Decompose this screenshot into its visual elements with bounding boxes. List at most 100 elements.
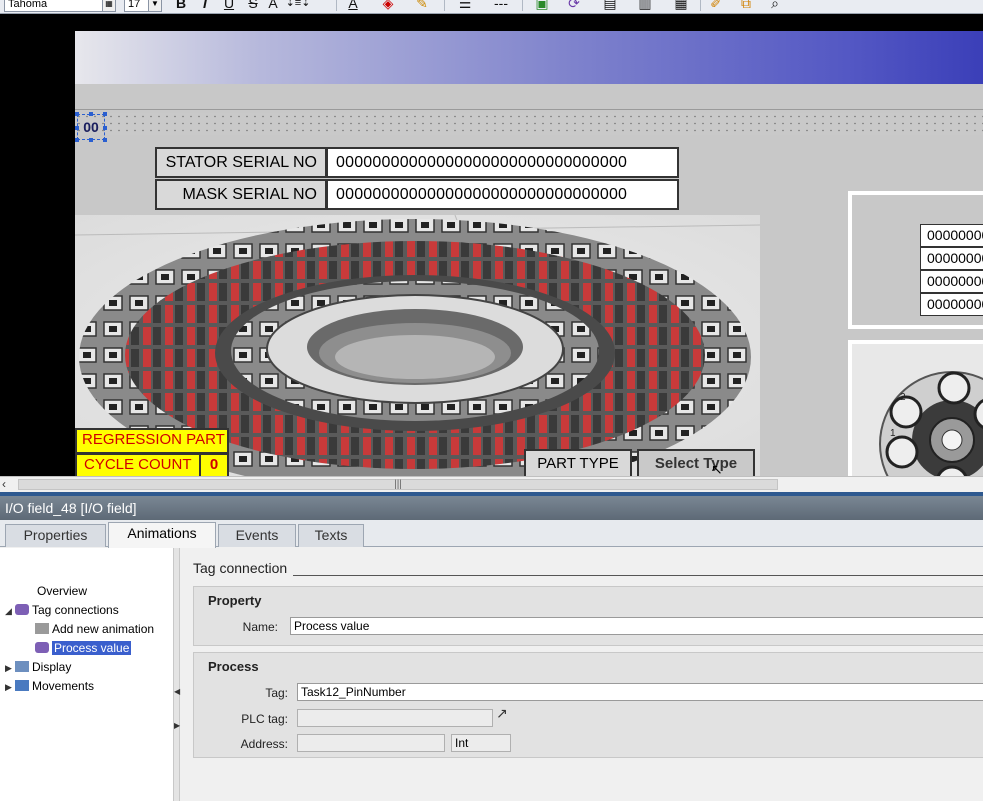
dotted-band	[75, 113, 983, 135]
tree-item-label: Tag connections	[32, 603, 119, 617]
tag-field[interactable]: Task12_PinNumber	[297, 683, 983, 701]
add-animation-icon	[35, 623, 49, 634]
stator-serial-field[interactable]: 00000000000000000000000000000000	[326, 147, 679, 178]
selected-io-field[interactable]: 00	[77, 114, 105, 140]
go-to-tag-icon[interactable]: ↗	[496, 705, 508, 722]
select-type-button[interactable]: Select Type	[637, 449, 755, 476]
collapse-left-icon[interactable]: ◀	[174, 684, 180, 700]
strikethrough-button[interactable]: S	[246, 0, 260, 11]
font-size-dropdown-icon[interactable]: ▼	[148, 0, 161, 11]
resize-handle[interactable]	[89, 138, 93, 142]
line-color-icon[interactable]: ✎	[408, 0, 436, 11]
resize-handle[interactable]	[75, 138, 79, 142]
knob-position-label: 1	[890, 428, 896, 439]
plc-tag-label: PLC tag:	[241, 712, 288, 726]
distribute-icon[interactable]: ▦	[664, 0, 698, 11]
format-toolbar: Tahoma ▦ 17 ▼ B I U S A ⇣≡⇣ A ◈ ✎ ☰ --- …	[0, 0, 983, 14]
align-dropdown-icon[interactable]: ⇣≡⇣	[284, 0, 312, 11]
font-name-combo[interactable]: Tahoma ▦	[4, 0, 116, 12]
name-label: Name:	[242, 620, 278, 634]
animation-nav-tree: Overview ◢ Tag connections Add new animat…	[0, 548, 174, 801]
toolbar-separator	[444, 0, 445, 11]
resize-handle[interactable]	[103, 126, 107, 130]
mask-serial-field[interactable]: 00000000000000000000000000000000	[326, 179, 679, 210]
tree-splitter[interactable]: ◀ ▶	[174, 548, 180, 801]
scroll-left-icon[interactable]: ‹	[2, 477, 14, 492]
tree-item-overview[interactable]: Overview	[37, 582, 87, 601]
font-name-dropdown-icon[interactable]: ▦	[102, 0, 115, 11]
align-left-icon[interactable]: ▤	[594, 0, 626, 11]
display-icon	[15, 661, 29, 672]
scrollbar-thumb[interactable]: |||	[18, 479, 778, 490]
section-rule	[293, 575, 983, 576]
knob-position-label: 2	[900, 392, 906, 403]
right-values-panel: 00000000 00000000 00000000 00000000	[848, 191, 983, 329]
zoom-icon[interactable]: ⌕	[766, 0, 784, 11]
tag-label: Tag:	[265, 686, 288, 700]
right-value-field[interactable]: 00000000	[920, 293, 983, 316]
font-size-combo[interactable]: 17 ▼	[124, 0, 162, 12]
regression-part-indicator: REGRESSION PART	[75, 428, 229, 454]
tree-item-tag-connections[interactable]: ◢ Tag connections	[5, 601, 119, 620]
tree-item-label: Process value	[52, 641, 132, 655]
font-color-button[interactable]: A	[342, 0, 364, 11]
name-field[interactable]: Process value	[290, 617, 983, 635]
line-style-icon[interactable]: ---	[484, 0, 518, 11]
selector-knob-image: 2 1	[848, 340, 983, 476]
editor-horizontal-scrollbar[interactable]: ‹ |||	[0, 476, 983, 492]
tree-item-process-value[interactable]: Process value	[35, 639, 132, 658]
italic-button[interactable]: I	[198, 0, 212, 11]
collapse-triangle-icon[interactable]: ◢	[5, 602, 15, 621]
hmi-screen-canvas[interactable]: 00 STATOR SERIAL NO 00000000000000000000…	[75, 31, 983, 476]
tab-animations[interactable]: Animations	[108, 522, 216, 548]
expand-triangle-icon[interactable]: ▶	[5, 678, 15, 697]
tree-item-movements[interactable]: ▶ Movements	[5, 677, 94, 696]
resize-handle[interactable]	[75, 126, 79, 130]
mouse-cursor-icon: ↖	[711, 461, 723, 476]
format-painter-icon[interactable]: ✐	[706, 0, 726, 11]
line-width-icon[interactable]: ☰	[450, 0, 480, 11]
font-name-value: Tahoma	[8, 0, 48, 10]
resize-handle[interactable]	[75, 112, 79, 116]
bold-button[interactable]: B	[174, 0, 188, 11]
resize-handle[interactable]	[89, 112, 93, 116]
tree-item-display[interactable]: ▶ Display	[5, 658, 71, 677]
tree-item-add-new-animation[interactable]: Add new animation	[35, 620, 154, 639]
right-value-field[interactable]: 00000000	[920, 270, 983, 293]
tree-item-label: Add new animation	[52, 622, 155, 636]
resize-handle[interactable]	[103, 112, 107, 116]
tree-item-label: Display	[32, 660, 72, 674]
tab-events[interactable]: Events	[218, 524, 296, 547]
expand-triangle-icon[interactable]: ▶	[5, 659, 15, 678]
expand-right-icon[interactable]: ▶	[174, 718, 180, 734]
process-group: Process Tag: Task12_PinNumber PLC tag: ↗…	[193, 652, 983, 758]
plc-tag-field	[297, 709, 493, 727]
section-heading: Tag connection	[193, 560, 288, 576]
address-label: Address:	[240, 737, 288, 751]
animation-properties: Tag connection Property Name: Process va…	[181, 548, 983, 801]
mask-serial-label: MASK SERIAL NO	[155, 179, 327, 210]
tab-properties[interactable]: Properties	[5, 524, 106, 547]
right-value-field[interactable]: 00000000	[920, 247, 983, 270]
header-banner	[75, 31, 983, 84]
toolbar-separator	[700, 0, 701, 11]
right-value-field[interactable]: 00000000	[920, 224, 983, 247]
process-value-icon	[35, 642, 49, 653]
underline-button[interactable]: U	[222, 0, 236, 11]
address-type-field: Int	[451, 734, 511, 752]
font-size-value: 17	[128, 0, 141, 10]
rotary-selector-graphic	[852, 344, 983, 476]
group-icon[interactable]: ▣	[528, 0, 556, 11]
fill-color-icon[interactable]: ◈	[376, 0, 400, 11]
address-field	[297, 734, 445, 752]
rotate-icon[interactable]: ⟳	[560, 0, 588, 11]
resize-handle[interactable]	[103, 138, 107, 142]
text-case-button[interactable]: A	[266, 0, 280, 11]
align-center-icon[interactable]: ▥	[630, 0, 660, 11]
inspector-tabs: Properties Animations Events Texts	[0, 520, 983, 548]
cycle-count-value[interactable]: 0	[199, 453, 229, 476]
screen-editor: 00 STATOR SERIAL NO 00000000000000000000…	[0, 14, 983, 476]
tag-connection-icon	[15, 604, 29, 615]
layers-icon[interactable]: ⧉	[730, 0, 762, 11]
tab-texts[interactable]: Texts	[298, 524, 364, 547]
